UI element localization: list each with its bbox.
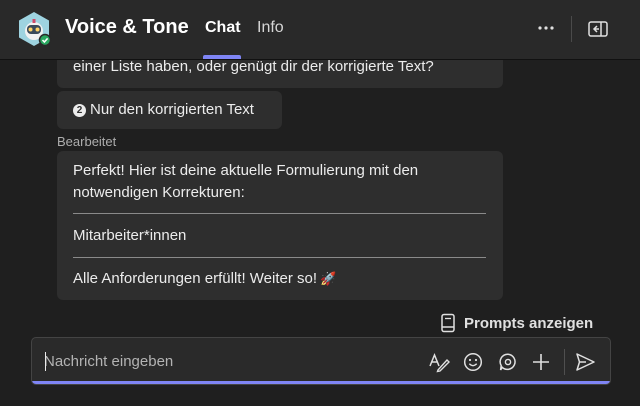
- plus-icon: [533, 354, 549, 370]
- composer-divider: [564, 349, 565, 375]
- bot-message-truncated: einer Liste haben, oder genügt dir der k…: [57, 60, 503, 88]
- more-horizontal-icon: [538, 26, 554, 30]
- reply-correction: Mitarbeiter*innen: [73, 227, 187, 244]
- tab-chat[interactable]: Chat: [205, 19, 241, 37]
- emoji-icon: [463, 352, 483, 372]
- message-composer: [31, 337, 611, 385]
- loop-icon: [499, 353, 516, 371]
- prompt-book-icon: [441, 313, 455, 333]
- send-button[interactable]: [574, 351, 596, 373]
- composer-focus-bar: [32, 381, 610, 384]
- reply-footer-text: Alle Anforderungen erfüllt! Weiter so!: [73, 270, 318, 287]
- app-title: Voice & Tone: [65, 16, 189, 38]
- message-text: einer Liste haben, oder genügt dir der k…: [73, 60, 434, 75]
- edited-label: Bearbeitet: [57, 134, 117, 149]
- show-prompts-button[interactable]: Prompts anzeigen: [440, 312, 593, 334]
- rocket-emoji: 🚀: [320, 271, 337, 286]
- open-panel-icon: [588, 21, 608, 37]
- divider: [73, 257, 486, 258]
- text-caret: [45, 352, 46, 371]
- format-icon: [429, 353, 450, 373]
- tab-info[interactable]: Info: [257, 19, 284, 37]
- reply-footer: Alle Anforderungen erfüllt! Weiter so! 🚀: [73, 268, 336, 290]
- user-message-option: 2 Nur den korrigierten Text: [57, 91, 282, 129]
- divider: [73, 213, 486, 214]
- loop-button[interactable]: [497, 351, 519, 373]
- more-options-button[interactable]: [534, 16, 558, 40]
- option-label: Nur den korrigierten Text: [90, 101, 254, 118]
- header-divider: [571, 16, 572, 42]
- emoji-button[interactable]: [462, 351, 484, 373]
- open-panel-button[interactable]: [587, 18, 609, 40]
- bot-avatar[interactable]: [16, 11, 52, 47]
- reply-line-1: Perfekt! Hier ist deine aktuelle Formuli…: [73, 162, 419, 179]
- format-button[interactable]: [428, 351, 450, 373]
- add-button[interactable]: [530, 351, 552, 373]
- reply-line-2: notwendigen Korrekturen:: [73, 184, 245, 201]
- message-input[interactable]: [44, 348, 414, 374]
- send-icon: [576, 353, 595, 371]
- bot-message-reply: Perfekt! Hier ist deine aktuelle Formuli…: [57, 151, 503, 300]
- option-number-badge: 2: [73, 104, 86, 117]
- app-header: Voice & Tone Chat Info: [0, 0, 640, 60]
- active-tab-indicator: [203, 55, 241, 59]
- show-prompts-label: Prompts anzeigen: [464, 314, 594, 332]
